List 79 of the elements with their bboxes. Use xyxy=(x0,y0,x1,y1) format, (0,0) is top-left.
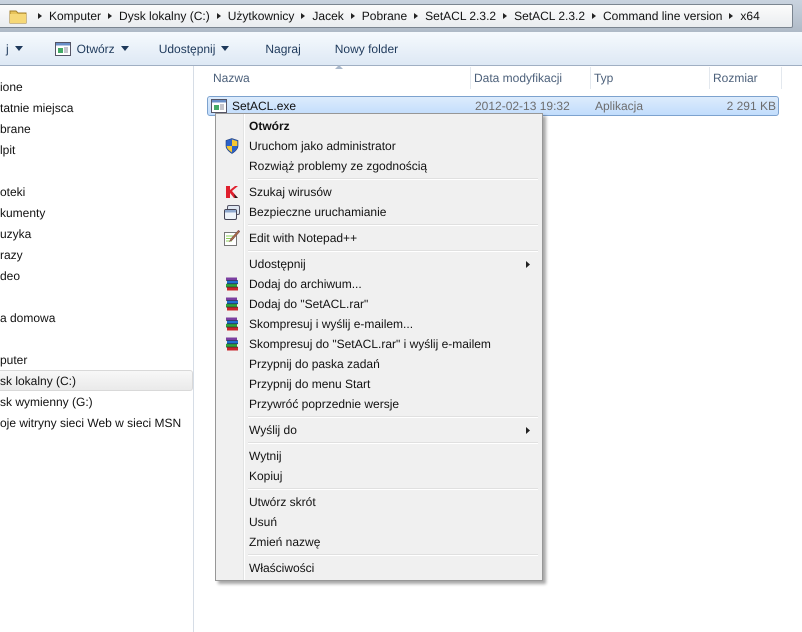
menu-item[interactable]: Udostępnij xyxy=(218,254,540,274)
executable-file-icon xyxy=(211,99,227,113)
nav-item[interactable]: deo xyxy=(0,265,193,286)
nav-item[interactable]: tatnie miejsca xyxy=(0,97,193,118)
application-window-icon xyxy=(54,42,71,56)
nav-item[interactable]: a domowa xyxy=(0,307,193,328)
breadcrumb-item[interactable]: Komputer xyxy=(47,9,104,23)
menu-item[interactable]: Wyślij do xyxy=(218,420,540,440)
breadcrumb-item[interactable]: SetACL 2.3.2 xyxy=(512,9,588,23)
folder-icon xyxy=(9,8,27,24)
menu-item[interactable]: Szukaj wirusów xyxy=(218,182,540,202)
breadcrumb-item[interactable]: Pobrane xyxy=(360,9,410,23)
file-type: Aplikacja xyxy=(594,99,644,113)
overlapping-windows-icon xyxy=(224,204,240,220)
nav-item[interactable]: oteki xyxy=(0,181,193,202)
menu-item[interactable]: Właściwości xyxy=(218,558,540,578)
breadcrumb-item[interactable]: SetACL 2.3.2 xyxy=(423,9,498,23)
chevron-right-icon[interactable] xyxy=(728,12,734,20)
toolbar-button[interactable]: Otwórz xyxy=(48,36,135,60)
menu-item[interactable]: Przywróć poprzednie wersje xyxy=(218,394,540,414)
chevron-right-icon[interactable] xyxy=(413,12,420,20)
menu-item[interactable]: Kopiuj xyxy=(218,466,540,486)
toolbar-button[interactable]: j xyxy=(0,36,29,60)
nav-item[interactable]: puter xyxy=(0,349,193,370)
toolbar-button[interactable]: Udostępnij xyxy=(152,36,236,60)
menu-item[interactable]: Przypnij do paska zadań xyxy=(218,354,540,374)
menu-item[interactable]: Otwórz xyxy=(218,116,540,136)
menu-item[interactable]: Edit with Notepad++ xyxy=(218,228,540,248)
nav-item[interactable]: razy xyxy=(0,244,193,265)
nav-item[interactable]: sk wymienny (G:) xyxy=(0,391,193,412)
toolbar-button[interactable]: Nagraj xyxy=(259,36,307,60)
column-header[interactable]: Rozmiar xyxy=(710,67,782,89)
file-size: 2 291 KB xyxy=(726,99,777,113)
column-header[interactable]: Data modyfikacji xyxy=(471,67,591,89)
chevron-right-icon[interactable] xyxy=(300,12,306,20)
file-date: 2012-02-13 19:32 xyxy=(474,99,571,113)
chevron-right-icon[interactable] xyxy=(591,12,598,20)
stacked-books-icon xyxy=(224,317,238,331)
file-row[interactable]: SetACL.exe 2012-02-13 19:32 Aplikacja 2 291 KB xyxy=(207,96,779,116)
stacked-books-icon xyxy=(224,297,238,311)
chevron-right-icon[interactable] xyxy=(107,12,114,20)
k-shaped-icon xyxy=(224,185,238,199)
menu-item[interactable]: Zmień nazwę xyxy=(218,532,540,552)
menu-item[interactable]: Utwórz skrót xyxy=(218,492,540,512)
shield-icon xyxy=(224,138,238,154)
menu-item[interactable]: Dodaj do archiwum... xyxy=(218,274,540,294)
menu-item[interactable]: Uruchom jako administrator xyxy=(218,136,540,156)
breadcrumb-item[interactable]: Jacek xyxy=(310,9,346,23)
nav-item[interactable]: uzyka xyxy=(0,223,193,244)
stacked-books-icon xyxy=(224,277,238,291)
breadcrumb-item[interactable]: x64 xyxy=(738,9,762,23)
column-header[interactable]: Nazwa xyxy=(210,67,471,89)
menu-item[interactable]: Rozwiąż problemy ze zgodnością xyxy=(218,156,540,176)
chevron-right-icon[interactable] xyxy=(37,12,43,20)
nav-item[interactable]: sk lokalny (C:) xyxy=(0,370,193,391)
menu-item[interactable]: Usuń xyxy=(218,512,540,532)
column-header[interactable]: Typ xyxy=(591,67,710,89)
notepad-icon xyxy=(224,230,240,246)
breadcrumb-item[interactable]: Dysk lokalny (C:) xyxy=(117,9,212,23)
menu-item[interactable]: Wytnij xyxy=(218,446,540,466)
menu-item[interactable]: Dodaj do "SetACL.rar" xyxy=(218,294,540,314)
stacked-books-icon xyxy=(224,337,238,351)
nav-item[interactable]: lpit xyxy=(0,139,193,160)
file-name: SetACL.exe xyxy=(232,99,296,113)
breadcrumb-item[interactable]: Użytkownicy xyxy=(226,9,296,23)
address-bar[interactable]: Komputer Dysk lokalny (C:) Użytkownicy Jacek Pobrane SetACL 2.3.2 SetACL 2.3.2 Command line version x64 xyxy=(0,4,793,28)
nav-item[interactable]: ione xyxy=(0,76,193,97)
nav-item[interactable]: kumenty xyxy=(0,202,193,223)
nav-item[interactable]: oje witryny sieci Web w sieci MSN xyxy=(0,412,193,433)
nav-item[interactable]: brane xyxy=(0,118,193,139)
toolbar-button[interactable]: Nowy folder xyxy=(328,36,404,60)
chevron-right-icon[interactable] xyxy=(350,12,356,20)
menu-item[interactable]: Bezpieczne uruchamianie xyxy=(218,202,540,222)
menu-item[interactable]: Skompresuj do "SetACL.rar" i wyślij e-mailem xyxy=(218,334,540,354)
chevron-right-icon[interactable] xyxy=(502,12,508,20)
breadcrumb-item[interactable]: Command line version xyxy=(601,9,724,23)
menu-item[interactable]: Przypnij do menu Start xyxy=(218,374,540,394)
chevron-right-icon[interactable] xyxy=(216,12,222,20)
menu-item[interactable]: Skompresuj i wyślij e-mailem... xyxy=(218,314,540,334)
